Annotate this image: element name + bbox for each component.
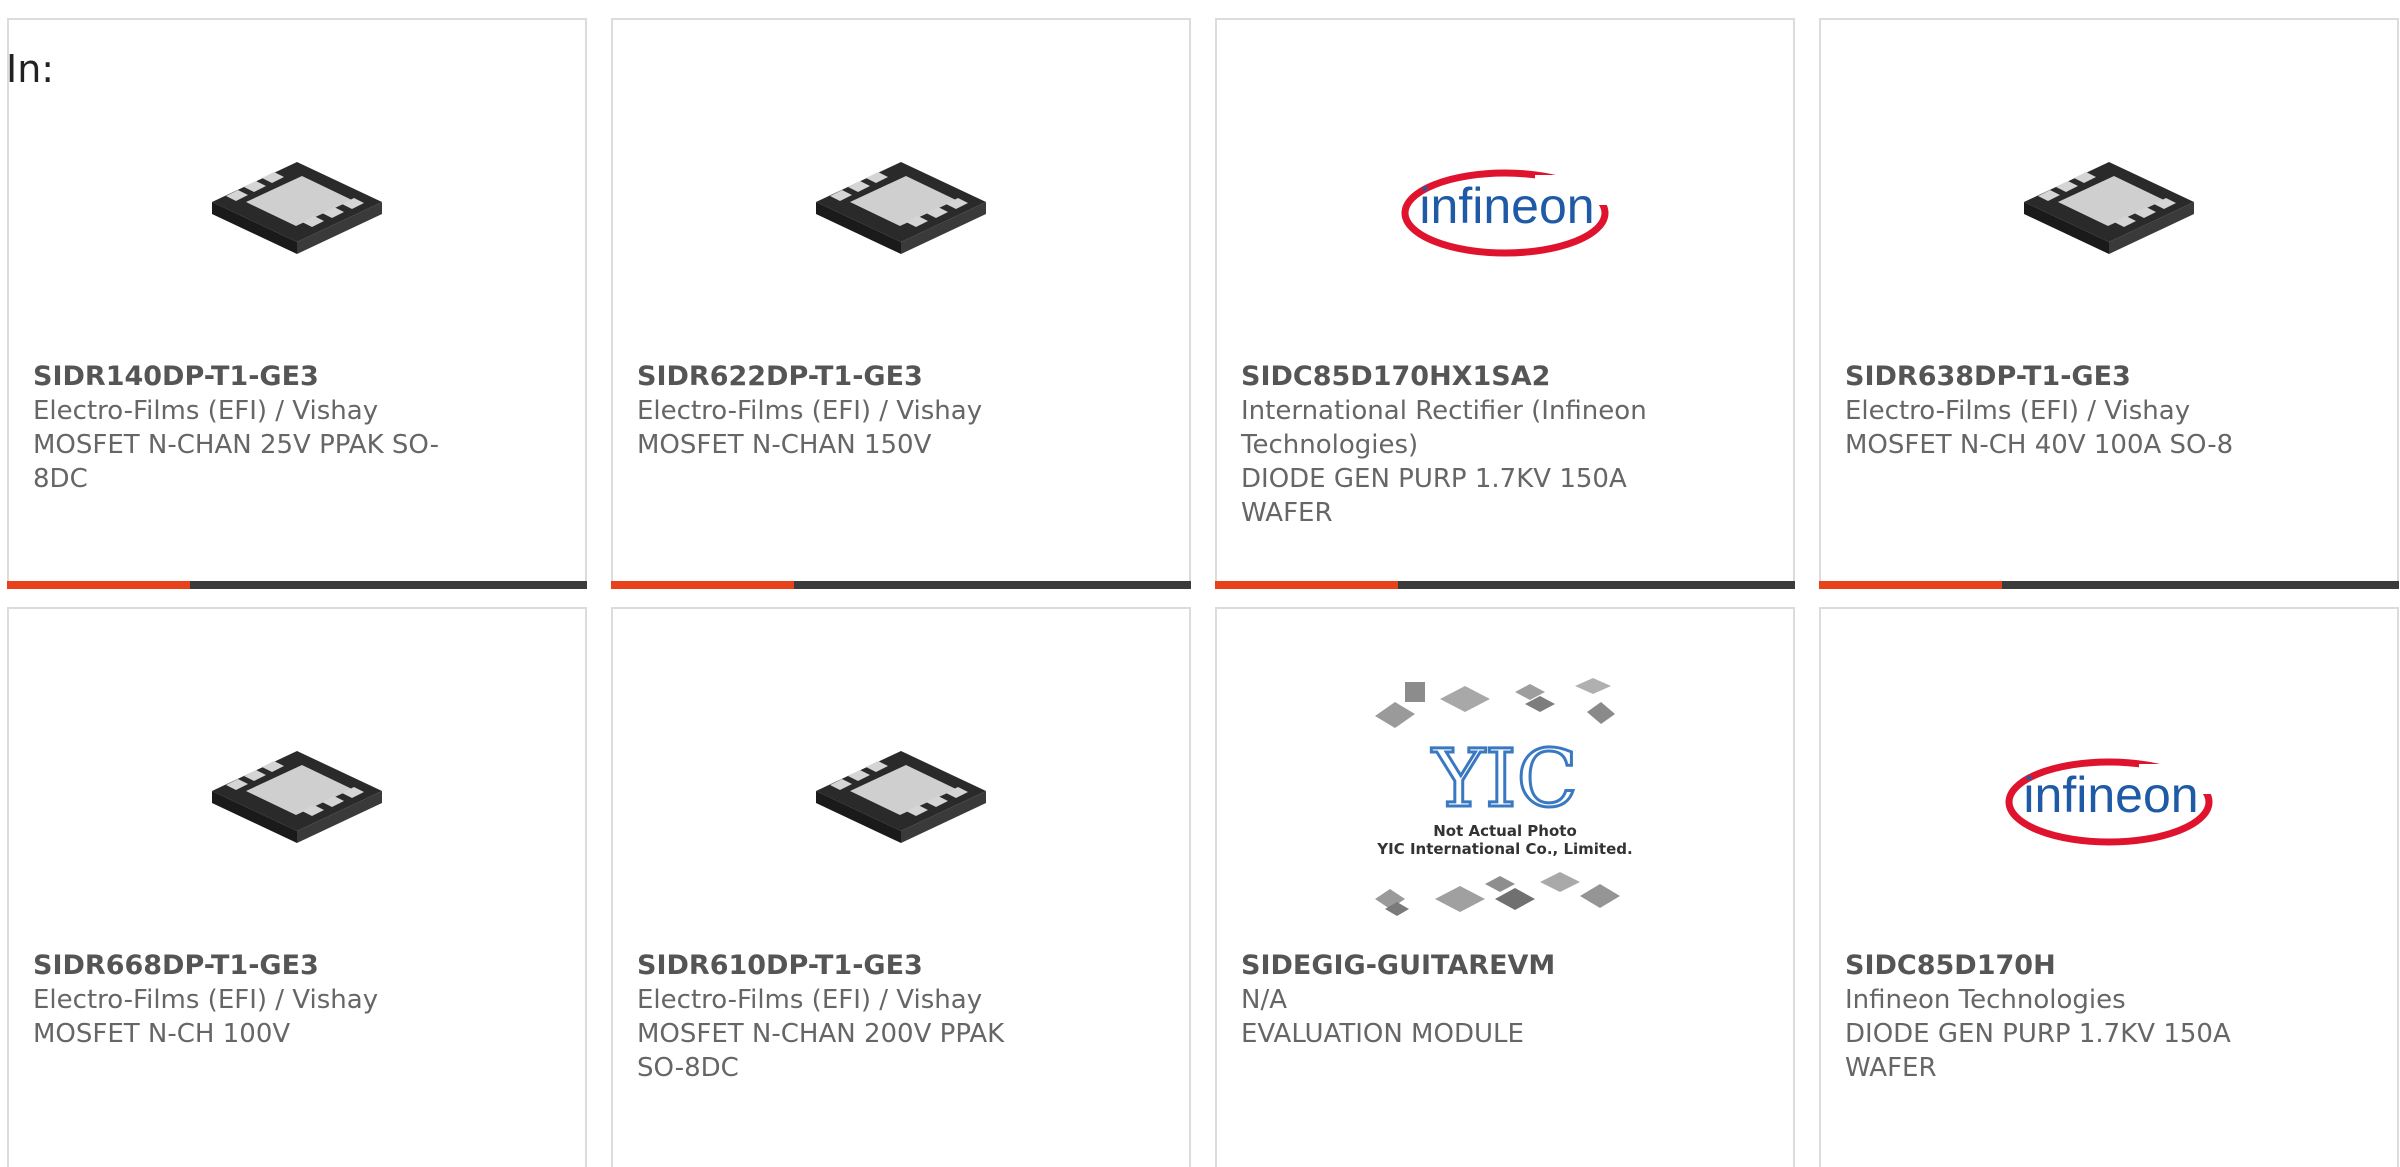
product-image: YIC Not Actual Photo YIC International C… xyxy=(1217,669,1793,929)
description: MOSFET N-CHAN 150V xyxy=(637,430,932,460)
product-info: SIDR638DP-T1-GE3 Electro-Films (EFI) / V… xyxy=(1845,360,2265,462)
placeholder-collage-icon: YIC Not Actual Photo YIC International C… xyxy=(1375,678,1633,916)
part-number[interactable]: SIDR140DP-T1-GE3 xyxy=(33,360,453,394)
infineon-logo-icon: infineon xyxy=(1401,169,1615,257)
product-info: SIDC85D170HX1SA2 International Rectifier… xyxy=(1241,360,1661,530)
card-accent-bar xyxy=(611,581,794,589)
card-accent-bar xyxy=(1215,581,1398,589)
card-bottom-bar xyxy=(1215,581,1795,589)
chip-package-icon xyxy=(816,751,986,843)
product-card[interactable]: infineon SIDC85D170HX1SA2 International … xyxy=(1215,18,1795,589)
part-number[interactable]: SIDR638DP-T1-GE3 xyxy=(1845,360,2265,394)
infineon-logo-icon: infineon xyxy=(2005,758,2219,846)
product-card[interactable]: SIDR668DP-T1-GE3 Electro-Films (EFI) / V… xyxy=(7,607,587,1167)
description: EVALUATION MODULE xyxy=(1241,1019,1524,1049)
product-info: SIDR668DP-T1-GE3 Electro-Films (EFI) / V… xyxy=(33,949,453,1051)
card-bottom-bar xyxy=(611,581,1191,589)
product-info: SIDC85D170H Infineon Technologies DIODE … xyxy=(1845,949,2265,1085)
product-card[interactable]: SIDR638DP-T1-GE3 Electro-Films (EFI) / V… xyxy=(1819,18,2399,589)
product-listing-page: In: SIDR140DP-T1-GE3 Electro-Films (EFI)… xyxy=(0,0,2400,1167)
card-accent-bar xyxy=(7,581,190,589)
product-image: infineon xyxy=(1217,80,1793,340)
product-image xyxy=(1821,80,2397,340)
description: MOSFET N-CHAN 25V PPAK SO-8DC xyxy=(33,430,439,494)
product-image xyxy=(613,80,1189,340)
part-number[interactable]: SIDC85D170HX1SA2 xyxy=(1241,360,1661,394)
manufacturer: Electro-Films (EFI) / Vishay xyxy=(33,396,379,426)
product-card[interactable]: SIDR610DP-T1-GE3 Electro-Films (EFI) / V… xyxy=(611,607,1191,1167)
product-card[interactable]: SIDR140DP-T1-GE3 Electro-Films (EFI) / V… xyxy=(7,18,587,589)
card-bottom-bar xyxy=(1819,581,2399,589)
infineon-logo-text: infineon xyxy=(2023,767,2198,823)
manufacturer: Electro-Films (EFI) / Vishay xyxy=(33,985,379,1015)
description: MOSFET N-CH 100V xyxy=(33,1019,291,1049)
chip-package-icon xyxy=(212,162,382,254)
part-number[interactable]: SIDEGIG-GUITAREVM xyxy=(1241,949,1661,983)
chip-package-icon xyxy=(212,751,382,843)
chip-package-icon xyxy=(2024,162,2194,254)
product-image xyxy=(613,669,1189,929)
description: DIODE GEN PURP 1.7KV 150A WAFER xyxy=(1241,464,1627,528)
chip-package-icon xyxy=(816,162,986,254)
description: MOSFET N-CHAN 200V PPAK SO-8DC xyxy=(637,1019,1005,1083)
manufacturer: Infineon Technologies xyxy=(1845,985,2126,1015)
part-number[interactable]: SIDR622DP-T1-GE3 xyxy=(637,360,1057,394)
infineon-logo-text: infineon xyxy=(1419,178,1594,234)
product-image: infineon xyxy=(1821,669,2397,929)
product-card[interactable]: SIDR622DP-T1-GE3 Electro-Films (EFI) / V… xyxy=(611,18,1191,589)
manufacturer: International Rectifier (Infineon Techno… xyxy=(1241,396,1647,460)
manufacturer: N/A xyxy=(1241,985,1287,1015)
product-card[interactable]: infineon SIDC85D170H Infineon Technologi… xyxy=(1819,607,2399,1167)
card-bottom-bar xyxy=(7,581,587,589)
manufacturer: Electro-Films (EFI) / Vishay xyxy=(1845,396,2191,426)
product-info: SIDR610DP-T1-GE3 Electro-Films (EFI) / V… xyxy=(637,949,1057,1085)
placeholder-caption-2: YIC International Co., Limited. xyxy=(1376,840,1632,858)
product-grid: SIDR140DP-T1-GE3 Electro-Films (EFI) / V… xyxy=(7,18,2400,1167)
card-accent-bar xyxy=(1819,581,2002,589)
product-image xyxy=(9,669,585,929)
part-number[interactable]: SIDR668DP-T1-GE3 xyxy=(33,949,453,983)
yic-logo-text: YIC xyxy=(1431,732,1578,825)
product-info: SIDEGIG-GUITAREVM N/A EVALUATION MODULE xyxy=(1241,949,1661,1051)
placeholder-caption-1: Not Actual Photo xyxy=(1433,822,1577,840)
manufacturer: Electro-Films (EFI) / Vishay xyxy=(637,985,983,1015)
part-number[interactable]: SIDR610DP-T1-GE3 xyxy=(637,949,1057,983)
description: MOSFET N-CH 40V 100A SO-8 xyxy=(1845,430,2234,460)
part-number[interactable]: SIDC85D170H xyxy=(1845,949,2265,983)
description: DIODE GEN PURP 1.7KV 150A WAFER xyxy=(1845,1019,2231,1083)
manufacturer: Electro-Films (EFI) / Vishay xyxy=(637,396,983,426)
product-info: SIDR140DP-T1-GE3 Electro-Films (EFI) / V… xyxy=(33,360,453,496)
product-card[interactable]: YIC Not Actual Photo YIC International C… xyxy=(1215,607,1795,1167)
filter-label: In: xyxy=(6,47,55,91)
product-image xyxy=(9,80,585,340)
product-info: SIDR622DP-T1-GE3 Electro-Films (EFI) / V… xyxy=(637,360,1057,462)
